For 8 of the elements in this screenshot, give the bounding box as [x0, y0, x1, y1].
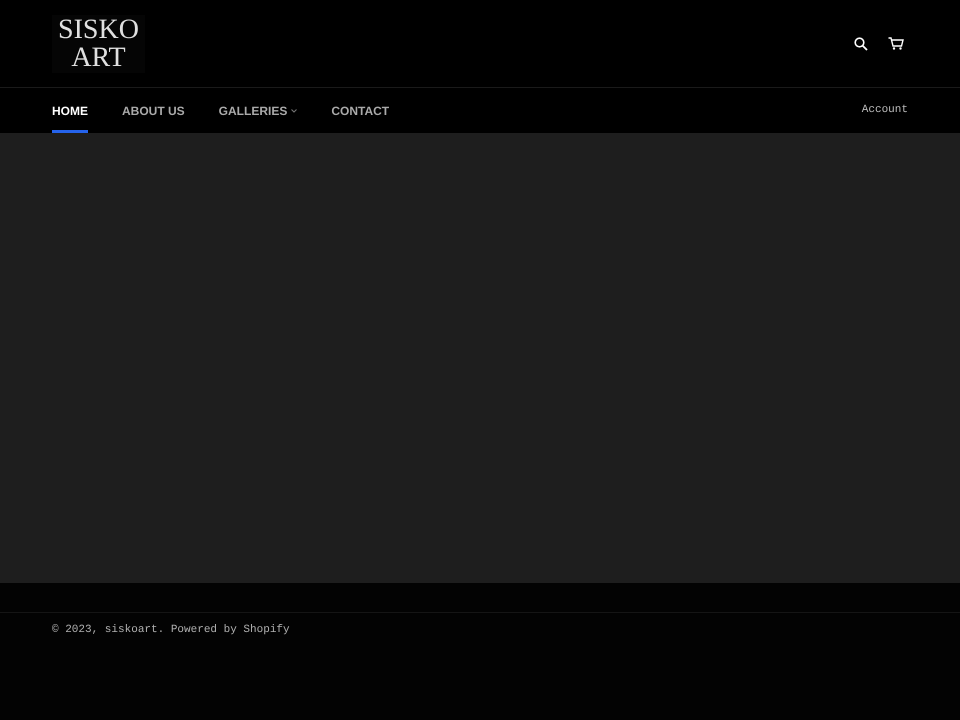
nav-link[interactable]: CONTACT: [331, 88, 390, 133]
logo[interactable]: SISKO ART: [52, 14, 145, 72]
nav-link[interactable]: ABOUT US: [122, 88, 185, 133]
copyright-text: © 2023, siskoart. Powered by Shopify: [52, 623, 290, 638]
cart-icon[interactable]: [888, 37, 904, 50]
nav-link[interactable]: GALLERIES: [218, 88, 298, 133]
account-link[interactable]: Account: [862, 102, 908, 119]
search-icon[interactable]: [854, 36, 868, 50]
